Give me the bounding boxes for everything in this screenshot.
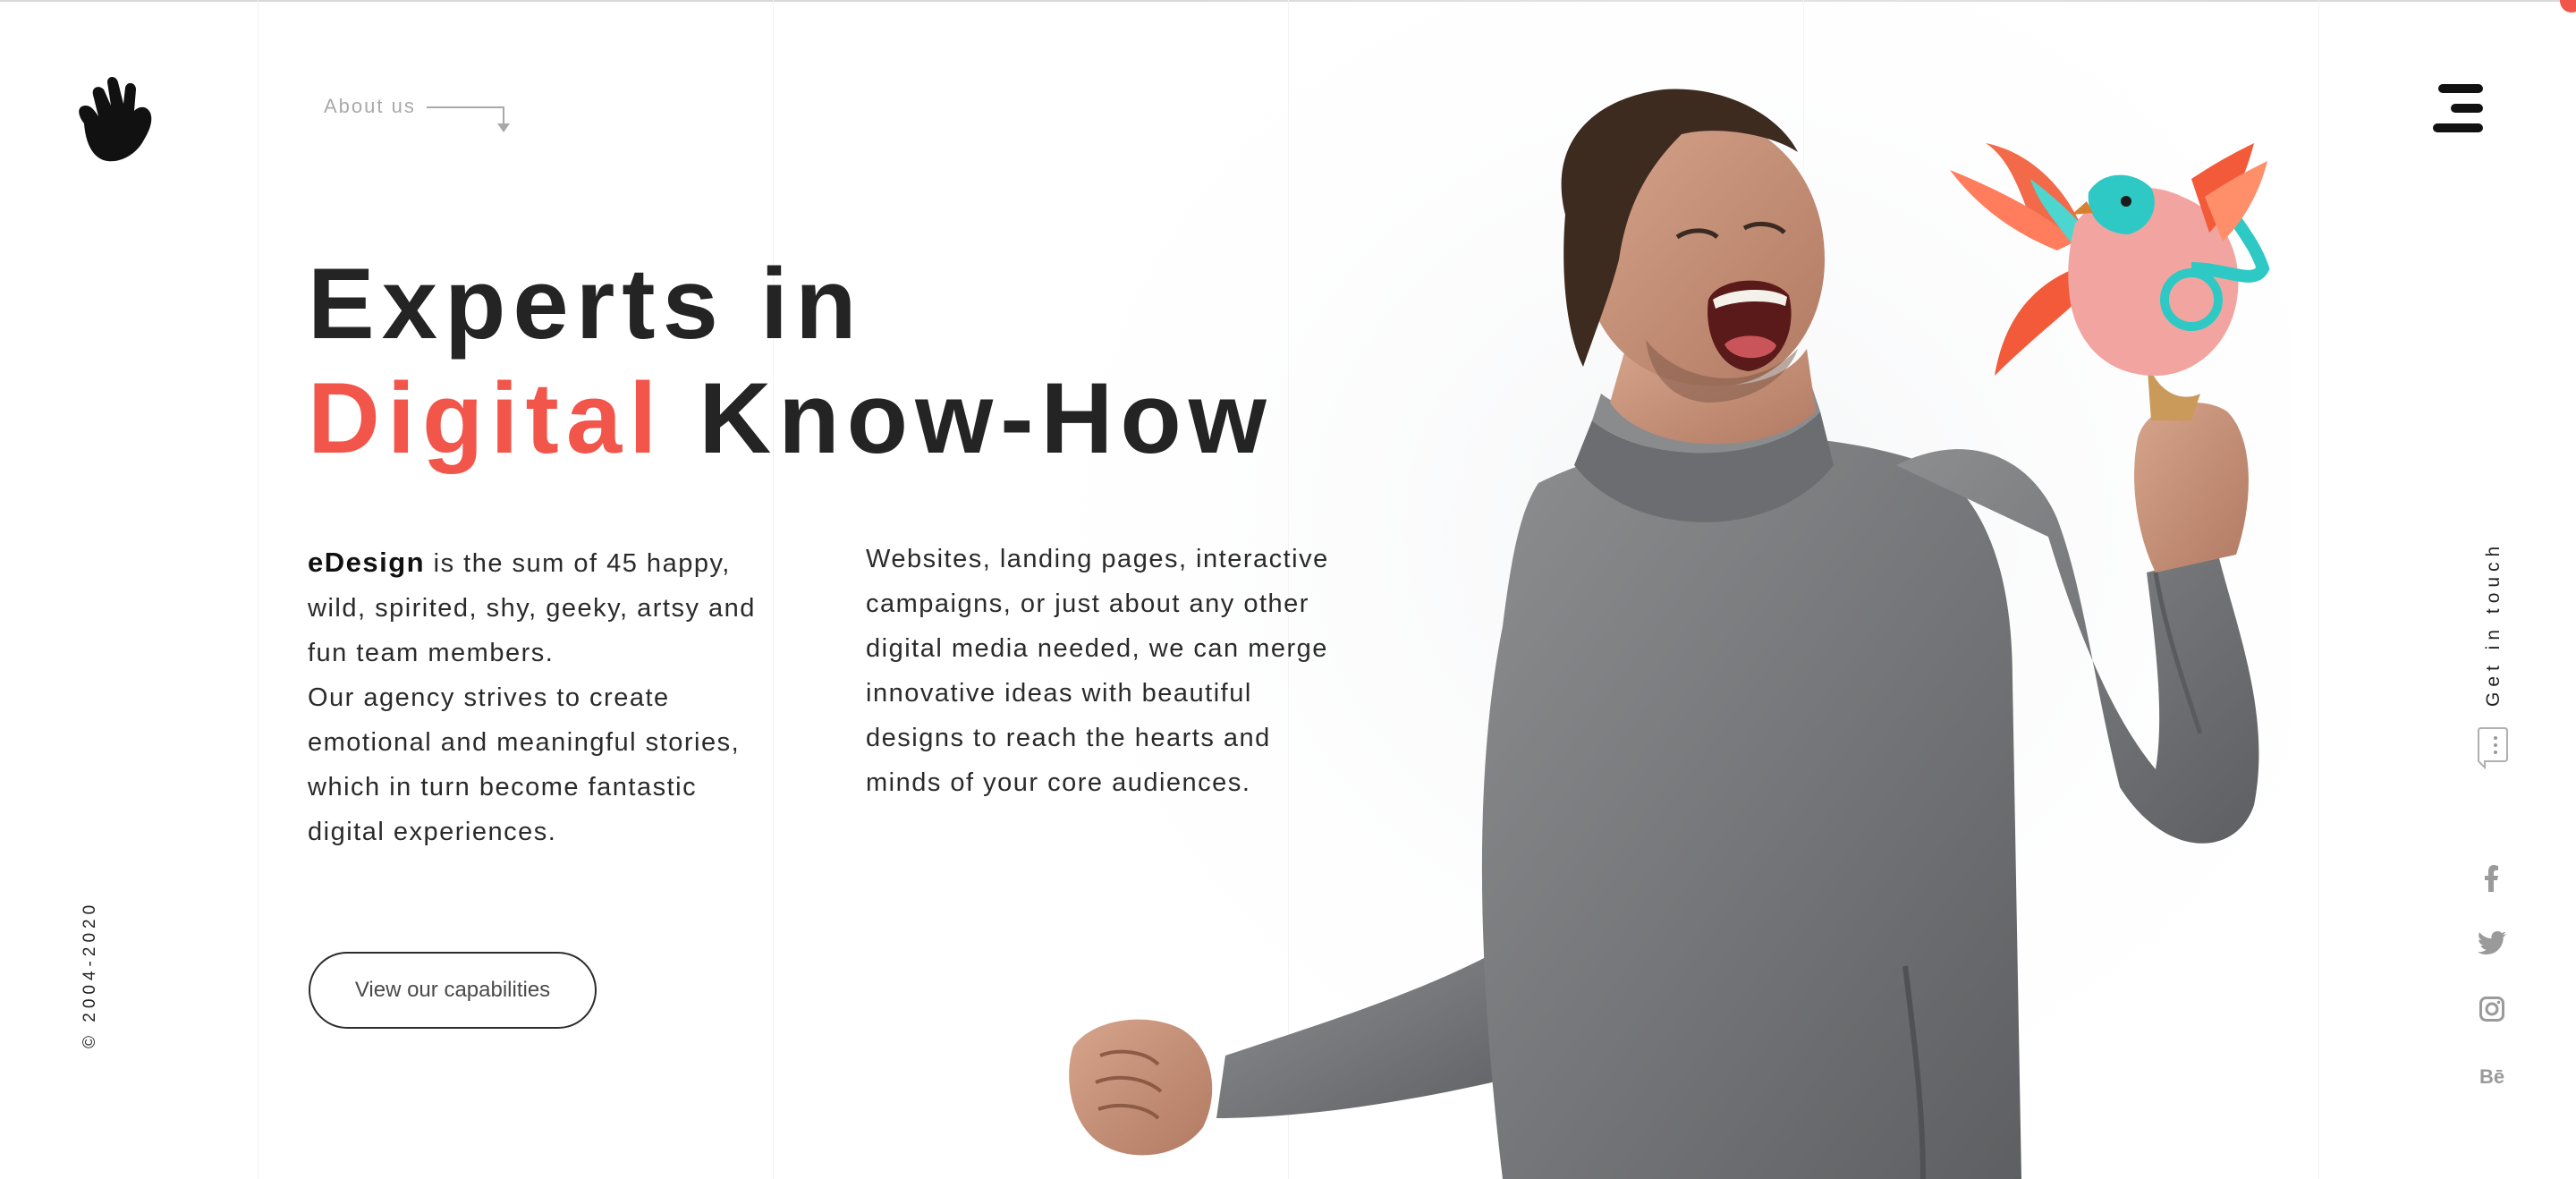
brand-name: eDesign bbox=[308, 547, 426, 578]
intro-left: eDesign is the sum of 45 happy, wild, sp… bbox=[308, 540, 773, 854]
copyright: © 2004-2020 bbox=[80, 900, 99, 1048]
instagram-icon[interactable] bbox=[2472, 989, 2512, 1029]
facebook-icon[interactable] bbox=[2472, 859, 2512, 898]
get-in-touch-link[interactable]: Get in touch bbox=[2483, 541, 2504, 707]
menu-icon[interactable] bbox=[2433, 82, 2487, 136]
intro-right-text: Websites, landing pages, interactive cam… bbox=[866, 545, 1329, 797]
about-us-label: About us bbox=[324, 95, 416, 117]
behance-icon[interactable]: Bē bbox=[2472, 1057, 2512, 1097]
chat-bubble-icon[interactable] bbox=[2476, 725, 2510, 769]
arrow-down-icon bbox=[426, 106, 510, 132]
twitter-icon[interactable] bbox=[2472, 923, 2512, 963]
hand-wave-icon[interactable] bbox=[66, 70, 165, 168]
intro-right: Websites, landing pages, interactive cam… bbox=[866, 537, 1349, 805]
grid-line bbox=[773, 0, 774, 1179]
headline-rest: Know-How bbox=[699, 362, 1274, 474]
headline-line1: Experts in bbox=[308, 248, 864, 360]
headline-accent: Digital bbox=[308, 362, 665, 474]
view-capabilities-button[interactable]: View our capabilities bbox=[309, 952, 597, 1029]
page-title: Experts in Digital Know-How bbox=[308, 247, 1274, 476]
corner-indicator bbox=[2560, 0, 2576, 13]
intro-left-text-2: Our agency strives to create emotional a… bbox=[308, 683, 741, 846]
grid-line bbox=[2318, 0, 2319, 1179]
about-us-link[interactable]: About us bbox=[324, 95, 516, 134]
